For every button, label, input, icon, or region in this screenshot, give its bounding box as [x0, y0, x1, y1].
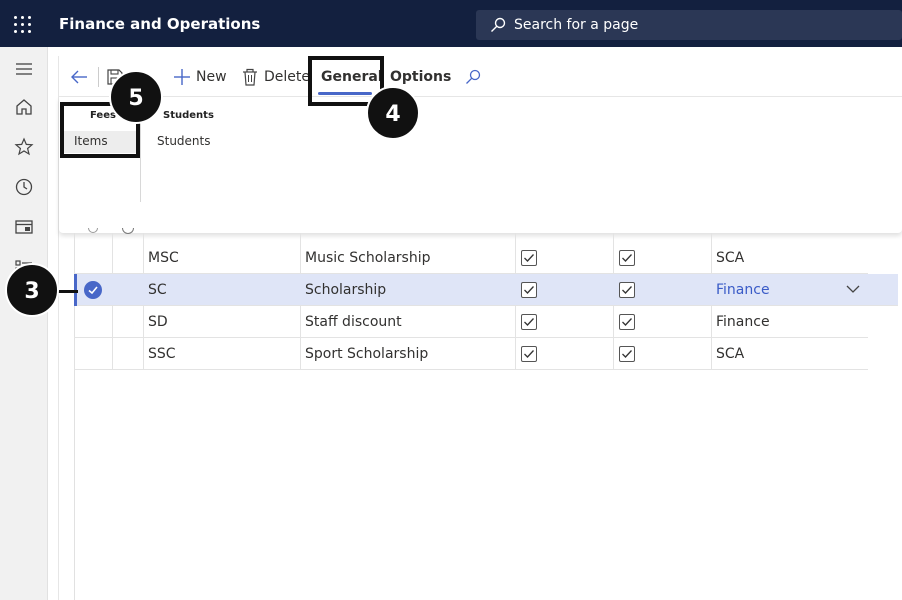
- tab-options-label: Options: [390, 69, 452, 85]
- checkmark-icon: [524, 286, 534, 294]
- delete-label: Delete: [264, 69, 310, 85]
- action-search-button[interactable]: [465, 57, 481, 97]
- plus-icon: [174, 69, 190, 85]
- chevron-down-icon[interactable]: [846, 284, 860, 294]
- table-row[interactable]: SD Staff discount Finance: [74, 306, 868, 338]
- cell-type[interactable]: SCA: [716, 242, 744, 274]
- delete-button[interactable]: Delete: [242, 57, 310, 97]
- table-row[interactable]: SSC Sport Scholarship SCA: [74, 338, 868, 370]
- trash-icon: [243, 68, 257, 86]
- callout-4: 4: [366, 86, 420, 140]
- students-button[interactable]: Students: [157, 134, 211, 148]
- global-search-box[interactable]: Search for a page: [476, 10, 902, 40]
- type-dropdown[interactable]: Finance: [716, 274, 770, 306]
- checkbox[interactable]: [619, 314, 635, 330]
- back-arrow-icon: [71, 70, 87, 84]
- checkmark-icon: [622, 286, 632, 294]
- cell-name[interactable]: Music Scholarship: [305, 242, 430, 274]
- star-icon[interactable]: [14, 137, 34, 157]
- checkbox[interactable]: [619, 250, 635, 266]
- cell-code[interactable]: SC: [148, 274, 167, 306]
- back-button[interactable]: [69, 57, 89, 97]
- checkbox[interactable]: [521, 282, 537, 298]
- cell-name[interactable]: Scholarship: [305, 274, 386, 306]
- checkbox[interactable]: [619, 346, 635, 362]
- row-selected-check[interactable]: [84, 281, 102, 299]
- checkmark-icon: [524, 318, 534, 326]
- callout-3: 3: [5, 263, 59, 317]
- cell-name[interactable]: Staff discount: [305, 306, 402, 338]
- checkmark-icon: [622, 350, 632, 358]
- action-pane: New Delete General Options: [59, 57, 902, 97]
- search-placeholder: Search for a page: [514, 17, 639, 33]
- checkbox[interactable]: [521, 314, 537, 330]
- app-title: Finance and Operations: [59, 15, 261, 33]
- cell-code[interactable]: SSC: [148, 338, 176, 370]
- checkmark-icon: [524, 350, 534, 358]
- cell-name[interactable]: Sport Scholarship: [305, 338, 428, 370]
- new-label: New: [196, 69, 227, 85]
- cell-type[interactable]: SCA: [716, 338, 744, 370]
- callout-5: 5: [109, 70, 163, 124]
- group-title-students: Students: [163, 110, 214, 121]
- checkbox[interactable]: [521, 250, 537, 266]
- hamburger-icon[interactable]: [14, 59, 34, 79]
- cell-code[interactable]: MSC: [148, 242, 179, 274]
- callout-3-connector: [56, 290, 78, 293]
- home-icon[interactable]: [14, 97, 34, 117]
- cell-code[interactable]: SD: [148, 306, 168, 338]
- search-icon: [491, 17, 506, 32]
- new-button[interactable]: New: [173, 57, 227, 97]
- checkmark-icon: [622, 254, 632, 262]
- table-row[interactable]: MSC Music Scholarship SCA: [74, 242, 868, 274]
- checkbox[interactable]: [619, 282, 635, 298]
- checkbox[interactable]: [521, 346, 537, 362]
- top-bar: Finance and Operations Search for a page: [0, 0, 902, 47]
- search-icon: [466, 69, 481, 84]
- checkmark-icon: [88, 286, 98, 295]
- checkmark-icon: [524, 254, 534, 262]
- checkmark-icon: [622, 318, 632, 326]
- left-navigation: [0, 47, 48, 600]
- cell-type[interactable]: Finance: [716, 306, 770, 338]
- app-launcher-icon[interactable]: [14, 16, 32, 34]
- app-window: Finance and Operations Search for a page: [0, 0, 902, 600]
- divider: [98, 67, 99, 87]
- workspace-icon[interactable]: [14, 217, 34, 237]
- clock-icon[interactable]: [14, 177, 34, 197]
- table-row-selected[interactable]: SC Scholarship Finance: [74, 274, 898, 306]
